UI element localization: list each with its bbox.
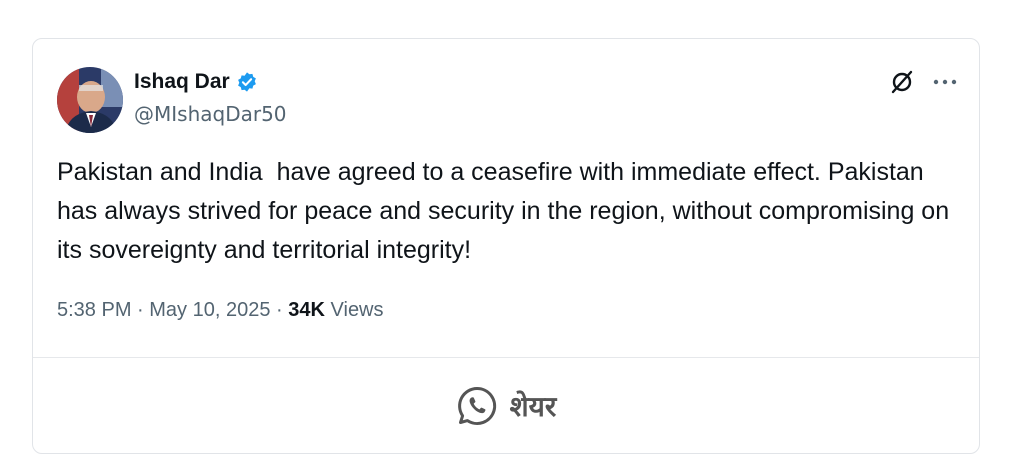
tweet-time[interactable]: 5:38 PM [57, 299, 131, 321]
tweet[interactable]: Ishaq Dar @MIshaqDar50 Pakistan and Indi… [33, 39, 979, 357]
share-button[interactable]: शेयर [33, 358, 979, 453]
avatar[interactable] [57, 67, 123, 133]
author-name-row: Ishaq Dar [134, 70, 258, 94]
slashed-circle-icon[interactable] [889, 69, 915, 95]
author-display-name[interactable]: Ishaq Dar [134, 70, 230, 94]
tweet-date[interactable]: May 10, 2025 [149, 299, 270, 321]
more-dots-icon[interactable] [933, 78, 957, 86]
tweet-text: Pakistan and India have agreed to a ceas… [57, 158, 957, 264]
post-card: Ishaq Dar @MIshaqDar50 Pakistan and Indi… [32, 38, 980, 454]
author-handle[interactable]: @MIshaqDar50 [134, 102, 287, 126]
views-count: 34K [288, 299, 325, 321]
tweet-meta: 5:38 PM · May 10, 2025 · 34K Views [57, 299, 384, 322]
profile-photo-icon [57, 67, 123, 133]
verified-badge-icon [236, 71, 258, 93]
views-label: Views [330, 299, 384, 321]
whatsapp-icon [456, 385, 498, 427]
meta-separator: · [270, 299, 289, 321]
top-actions [889, 69, 957, 95]
meta-separator: · [131, 299, 150, 321]
share-label: शेयर [509, 389, 557, 423]
